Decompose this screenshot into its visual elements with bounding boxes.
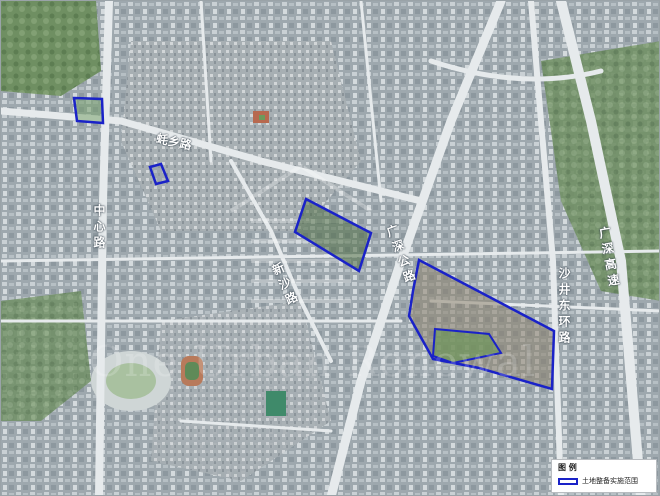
road-label-zhongxin: 中心路: [92, 204, 106, 252]
aerial-map: One Urban Renewal 蚝乡路 中心路 新沙路 广深公路 沙井东环路…: [0, 0, 660, 496]
small-field: [259, 115, 265, 120]
sports-court: [266, 391, 286, 416]
boundary-swatch-icon: [558, 478, 578, 485]
legend-label: 土地整备实施范围: [582, 477, 638, 485]
map-legend: 图 例 土地整备实施范围: [551, 459, 657, 493]
road-label-shajing-east-ring: 沙井东环路: [557, 267, 571, 347]
boundary-parcel-1[interactable]: [72, 96, 105, 125]
legend-title: 图 例: [558, 463, 577, 472]
legend-row: 土地整备实施范围: [558, 477, 650, 486]
watermark-text: One Urban Renewal: [89, 337, 537, 386]
